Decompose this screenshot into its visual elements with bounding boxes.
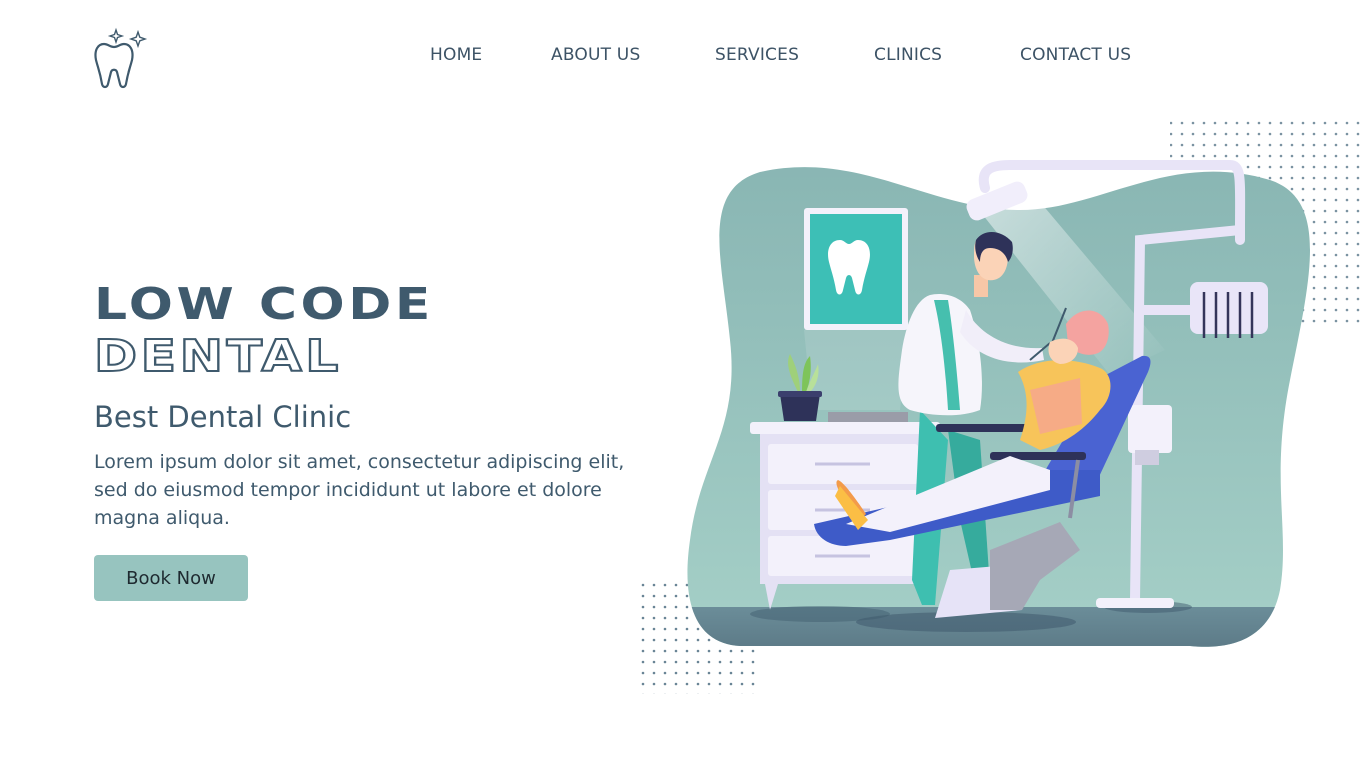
hero-subtitle: Best Dental Clinic (94, 400, 352, 434)
nav-about-us[interactable]: ABOUT US (551, 45, 640, 65)
dentist-illustration (640, 120, 1366, 694)
tooth-poster-icon (804, 208, 908, 410)
nav-contact-us[interactable]: CONTACT US (1020, 45, 1131, 65)
nav-home[interactable]: HOME (430, 45, 482, 65)
hero-title: LOW CODE (94, 279, 434, 330)
book-now-button[interactable]: Book Now (94, 555, 248, 601)
hero-title-outline: DENTAL (93, 331, 342, 383)
main-nav: HOME ABOUT US SERVICES CLINICS CONTACT U… (0, 45, 1366, 69)
nav-services[interactable]: SERVICES (715, 45, 799, 65)
hero-description: Lorem ipsum dolor sit amet, consectetur … (94, 451, 625, 529)
nav-clinics[interactable]: CLINICS (874, 45, 942, 65)
